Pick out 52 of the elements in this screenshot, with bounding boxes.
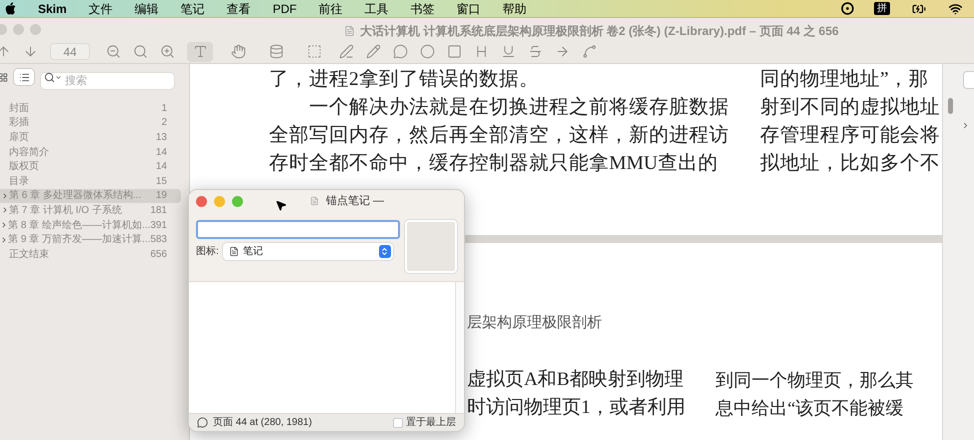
page-text-line: 了，进程2拿到了错误的数据。 [269, 68, 540, 92]
menu-item[interactable]: 窗口 [456, 0, 481, 18]
window-title: 大话计算机 计算机系统底层架构原理极限剖析 卷2 (张冬) (Z-Library).pdf – 页面 44 之 656 [360, 23, 839, 40]
outline-item-title: 目录 [9, 174, 30, 189]
page-text-line: 到同一个物理页，那么其 [716, 369, 914, 392]
menu-item[interactable]: 文件 [88, 0, 113, 18]
outline-item-title: 内容简介 [9, 146, 50, 160]
outline-item-page: 2 [161, 116, 167, 130]
icon-popup-button[interactable]: 笔记 [222, 243, 393, 260]
outline-item-page: 13 [156, 130, 167, 145]
page-text-line: 虚拟页A和B都映射到物理 [467, 368, 684, 392]
outline-item-page: 1 [161, 102, 167, 116]
page-text-line: 射到不同的虚拟地址 [760, 96, 940, 120]
page-text-line: 存管理程序可能会将 [760, 124, 940, 148]
outline-item-title: 扉页 [9, 130, 30, 145]
search-field[interactable]: 搜索 [40, 72, 175, 90]
outline-item-page: 181 [150, 204, 167, 218]
keep-on-top-checkbox[interactable]: 置于最上层 [393, 415, 456, 430]
input-method-indicator[interactable]: 拼 [874, 2, 890, 15]
outline-item-page: 14 [156, 146, 167, 160]
page-text-line: 拟地址，比如多个不 [760, 152, 940, 176]
outline-item-page: 14 [156, 160, 167, 174]
note-window-title: 锚点笔记 — [326, 194, 384, 209]
outline-item-title: 第 8 章 绘声绘色——计算机如... [8, 218, 150, 233]
menu-item[interactable]: 工具 [364, 0, 389, 18]
page-text-line: 同的物理地址”，那 [760, 68, 930, 92]
note-location: 页面 44 at (280, 1981) [213, 416, 313, 430]
outline-item-page: 656 [150, 248, 167, 262]
app-menu[interactable]: Skim [38, 0, 67, 18]
outline-item-title: 第 7 章 计算机 I/O 子系统 [9, 204, 123, 218]
menu-item[interactable]: 前往 [318, 0, 343, 18]
menu-item[interactable]: 帮助 [502, 0, 527, 18]
outline-item-title: 第 6 章 多处理器微体系结构... [9, 188, 142, 204]
page-text-line: 息中给出“该页不能被缓 [716, 397, 904, 420]
outline-item-page: 583 [150, 233, 167, 248]
menu-item[interactable]: 笔记 [180, 0, 205, 18]
outline-item-page: 19 [156, 189, 167, 204]
menu-item[interactable]: PDF [272, 0, 297, 18]
outline-item-page: 15 [156, 174, 167, 189]
outline-item-title: 第 9 章 万箭齐发——加速计算... [8, 232, 150, 248]
outline-item-title: 版权页 [9, 160, 40, 174]
menu-item[interactable]: 书签 [410, 0, 435, 18]
outline-item-title: 封面 [9, 102, 30, 116]
icon-label: 图标: [196, 244, 219, 259]
page-text-line: 时访问物理页1，或者利用 [467, 396, 686, 420]
menu-item[interactable]: 查看 [226, 0, 251, 18]
outline-item-title: 正文结束 [9, 248, 50, 262]
outline-item-page: 391 [150, 218, 167, 233]
page-text-line: 存时全都不命中，缓存控制器就只能拿MMU查出的 [269, 152, 719, 176]
menu-item[interactable]: 编辑 [134, 0, 159, 18]
outline-item-title: 彩插 [9, 116, 30, 130]
page-header: 层架构原理极限剖析 [467, 312, 603, 331]
